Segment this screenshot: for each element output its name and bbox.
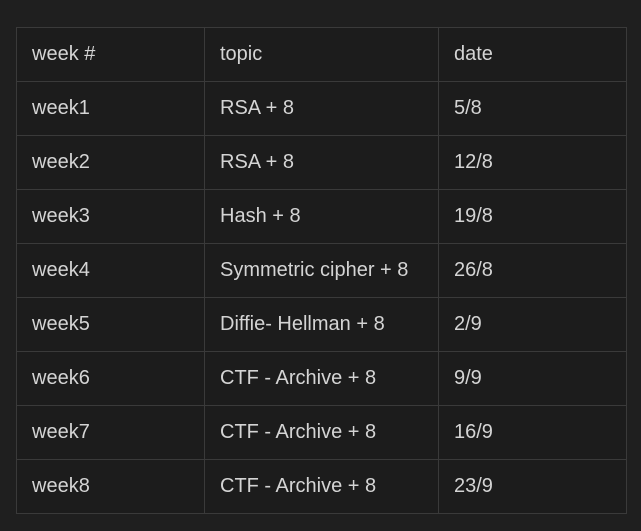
cell-date: 19/8 — [438, 189, 627, 244]
cell-date: 9/9 — [438, 351, 627, 406]
table-row: week6 CTF - Archive + 8 9/9 — [16, 351, 627, 406]
cell-date: 23/9 — [438, 459, 627, 514]
schedule-table-container: week # topic date week1 RSA + 8 5/8 week… — [16, 27, 627, 514]
cell-topic: Diffie- Hellman + 8 — [204, 297, 439, 352]
table-row: week1 RSA + 8 5/8 — [16, 81, 627, 136]
table-row: week7 CTF - Archive + 8 16/9 — [16, 405, 627, 460]
cell-date: 12/8 — [438, 135, 627, 190]
cell-week: week7 — [16, 405, 205, 460]
header-row: week # topic date — [16, 27, 627, 82]
cell-week: week4 — [16, 243, 205, 298]
cell-topic: RSA + 8 — [204, 81, 439, 136]
cell-topic: RSA + 8 — [204, 135, 439, 190]
cell-date: 5/8 — [438, 81, 627, 136]
cell-date: 26/8 — [438, 243, 627, 298]
cell-week: week5 — [16, 297, 205, 352]
cell-topic: Hash + 8 — [204, 189, 439, 244]
cell-date: 2/9 — [438, 297, 627, 352]
table-row: week2 RSA + 8 12/8 — [16, 135, 627, 190]
table-row: week4 Symmetric cipher + 8 26/8 — [16, 243, 627, 298]
schedule-table: week # topic date week1 RSA + 8 5/8 week… — [16, 27, 627, 514]
cell-week: week8 — [16, 459, 205, 514]
table-row: week8 CTF - Archive + 8 23/9 — [16, 459, 627, 514]
header-week: week # — [16, 27, 205, 82]
table-row: week5 Diffie- Hellman + 8 2/9 — [16, 297, 627, 352]
cell-topic: Symmetric cipher + 8 — [204, 243, 439, 298]
cell-topic: CTF - Archive + 8 — [204, 351, 439, 406]
cell-week: week1 — [16, 81, 205, 136]
cell-topic: CTF - Archive + 8 — [204, 459, 439, 514]
header-date: date — [438, 27, 627, 82]
table-body: week1 RSA + 8 5/8 week2 RSA + 8 12/8 wee… — [16, 81, 627, 514]
cell-topic: CTF - Archive + 8 — [204, 405, 439, 460]
table-row: week3 Hash + 8 19/8 — [16, 189, 627, 244]
cell-week: week2 — [16, 135, 205, 190]
header-topic: topic — [204, 27, 439, 82]
table-header: week # topic date — [16, 27, 627, 82]
cell-week: week6 — [16, 351, 205, 406]
cell-week: week3 — [16, 189, 205, 244]
cell-date: 16/9 — [438, 405, 627, 460]
